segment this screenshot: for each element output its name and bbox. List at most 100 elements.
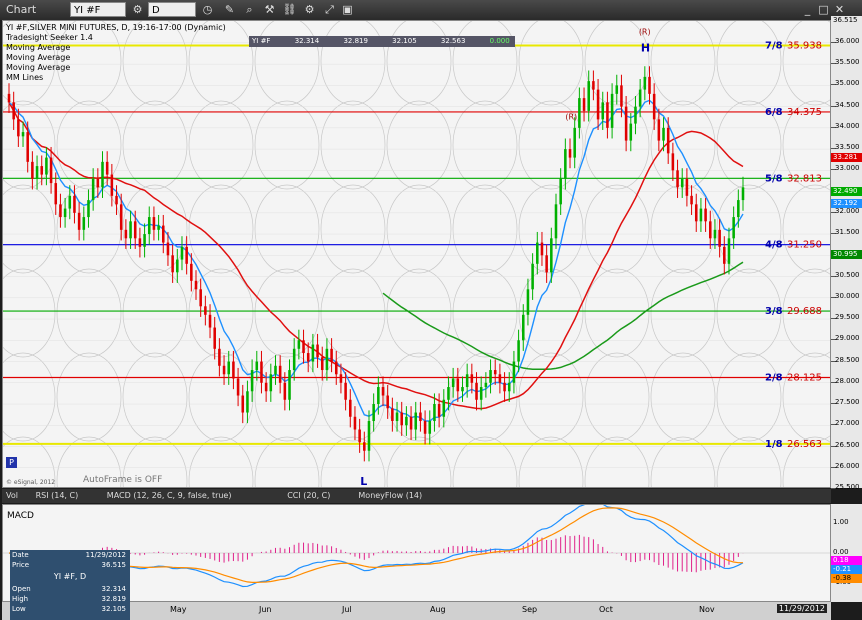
candle-body bbox=[629, 123, 633, 141]
candle-body bbox=[400, 412, 403, 426]
candle-body bbox=[40, 166, 44, 175]
indicator-tab[interactable]: CCI (20, C) bbox=[287, 490, 330, 502]
candle-body bbox=[213, 327, 216, 349]
candle-body bbox=[63, 208, 67, 218]
candle-body bbox=[367, 421, 371, 451]
mm-line-label: 1/8 bbox=[765, 439, 783, 450]
background-ellipse bbox=[716, 21, 782, 106]
expand-icon[interactable]: ⤢ bbox=[322, 2, 337, 17]
candle-body bbox=[652, 93, 656, 120]
candle-body bbox=[531, 263, 534, 290]
price-chart[interactable]: 7/8 35.938 6/8 34.375 5/8 32.813 4/8 31.250 3/8 2… bbox=[3, 21, 831, 488]
candle-body bbox=[274, 365, 277, 375]
candle-body bbox=[133, 221, 137, 239]
background-ellipse bbox=[518, 21, 584, 106]
candle-body bbox=[554, 204, 558, 239]
dw-date: 11/29/2012 bbox=[85, 551, 126, 559]
background-ellipse bbox=[56, 352, 122, 442]
quote-change: 0.000 bbox=[489, 37, 510, 45]
background-ellipse bbox=[3, 184, 56, 274]
macd-tag: 0.18 bbox=[831, 556, 862, 565]
p-badge[interactable]: P bbox=[6, 457, 17, 468]
study-legend-item: MM Lines bbox=[6, 73, 44, 82]
candle-body bbox=[147, 217, 151, 235]
lock-icon[interactable]: ▣ bbox=[340, 2, 355, 17]
interval-input[interactable]: D bbox=[148, 2, 196, 17]
background-ellipse bbox=[452, 184, 518, 274]
background-ellipse bbox=[584, 268, 650, 358]
gear-icon[interactable]: ⚙ bbox=[302, 2, 317, 17]
candle-body bbox=[91, 178, 95, 201]
minimize-icon[interactable]: _ bbox=[800, 2, 815, 17]
candle-body bbox=[395, 412, 399, 422]
candle-body bbox=[475, 382, 478, 400]
candle-body bbox=[31, 161, 34, 179]
search-icon[interactable]: ⌕ bbox=[242, 2, 257, 17]
candle-body bbox=[428, 421, 432, 434]
candle-body bbox=[741, 187, 745, 201]
price-panel[interactable]: 7/8 35.938 6/8 34.375 5/8 32.813 4/8 31.250 3/8 2… bbox=[2, 20, 831, 488]
candle-body bbox=[73, 195, 76, 213]
candle-body bbox=[723, 246, 726, 264]
mm-line-label: 2/8 bbox=[765, 372, 783, 383]
candle-body bbox=[166, 242, 170, 256]
indicator-tab[interactable]: Vol bbox=[6, 490, 18, 502]
date-axis-label: Nov bbox=[699, 605, 715, 614]
wrench-icon[interactable]: ⚒ bbox=[262, 2, 277, 17]
mm-line-value: 26.563 bbox=[787, 439, 822, 450]
candle-body bbox=[465, 374, 469, 388]
candle-body bbox=[35, 166, 39, 179]
candle-body bbox=[493, 370, 497, 375]
candle-body bbox=[180, 246, 184, 260]
price-axis-label: 34.500 bbox=[835, 100, 860, 109]
candle-body bbox=[241, 395, 245, 413]
candle-body bbox=[344, 382, 347, 400]
clock-icon[interactable]: ◷ bbox=[200, 2, 215, 17]
background-ellipse bbox=[584, 352, 650, 442]
background-ellipse bbox=[782, 21, 830, 106]
dw-price: 36.515 bbox=[101, 561, 127, 569]
indicator-tab[interactable]: RSI (14, C) bbox=[36, 490, 79, 502]
candle-body bbox=[316, 344, 319, 358]
indicator-tab[interactable]: MoneyFlow (14) bbox=[358, 490, 422, 502]
settings-icon[interactable]: ⚙ bbox=[130, 2, 145, 17]
maximize-icon[interactable]: □ bbox=[816, 2, 831, 17]
candle-body bbox=[620, 85, 623, 107]
candle-body bbox=[699, 208, 703, 222]
candle-body bbox=[447, 387, 450, 400]
candle-body bbox=[255, 361, 259, 371]
pencil-icon[interactable]: ✎ bbox=[222, 2, 237, 17]
macd-axis[interactable]: 1.000.00-1.000.18-0.21-0.38 bbox=[831, 504, 862, 602]
price-axis[interactable]: 25.500 26.000 26.500 27.000 27.500 28.000 28.5… bbox=[831, 15, 862, 491]
candle-body bbox=[423, 421, 427, 434]
candle-body bbox=[302, 340, 305, 354]
candle-body bbox=[129, 221, 132, 239]
background-ellipse bbox=[650, 352, 716, 442]
candle-body bbox=[442, 399, 446, 417]
indicator-tab[interactable]: MACD (12, 26, C, 9, false, true) bbox=[107, 490, 232, 502]
price-axis-label: 35.000 bbox=[835, 79, 860, 88]
candle-body bbox=[564, 149, 567, 179]
link-icon[interactable]: ⛓ bbox=[282, 2, 297, 17]
candle-body bbox=[587, 81, 590, 111]
cursor-date: 11/29/2012 bbox=[776, 604, 827, 613]
candle-body bbox=[143, 234, 146, 247]
dw-high-label: High bbox=[12, 595, 29, 603]
mm-line-value: 31.250 bbox=[787, 240, 822, 251]
candle-body bbox=[479, 387, 483, 400]
candle-body bbox=[610, 93, 614, 128]
date-axis-label: May bbox=[170, 605, 187, 614]
quote-last: 32.314 bbox=[294, 37, 320, 45]
background-ellipse bbox=[716, 352, 782, 442]
chart-title: Chart bbox=[6, 3, 37, 16]
autoframe-label: AutoFrame is OFF bbox=[83, 475, 163, 485]
candle-body bbox=[690, 195, 693, 205]
candle-body bbox=[204, 306, 207, 315]
candle-body bbox=[727, 238, 731, 264]
background-ellipse bbox=[782, 352, 830, 442]
symbol-input[interactable]: YI #F bbox=[70, 2, 126, 17]
price-axis-label: 29.000 bbox=[835, 334, 860, 343]
background-ellipse bbox=[56, 268, 122, 358]
high-marker: H bbox=[641, 41, 650, 54]
candle-body bbox=[292, 348, 296, 371]
